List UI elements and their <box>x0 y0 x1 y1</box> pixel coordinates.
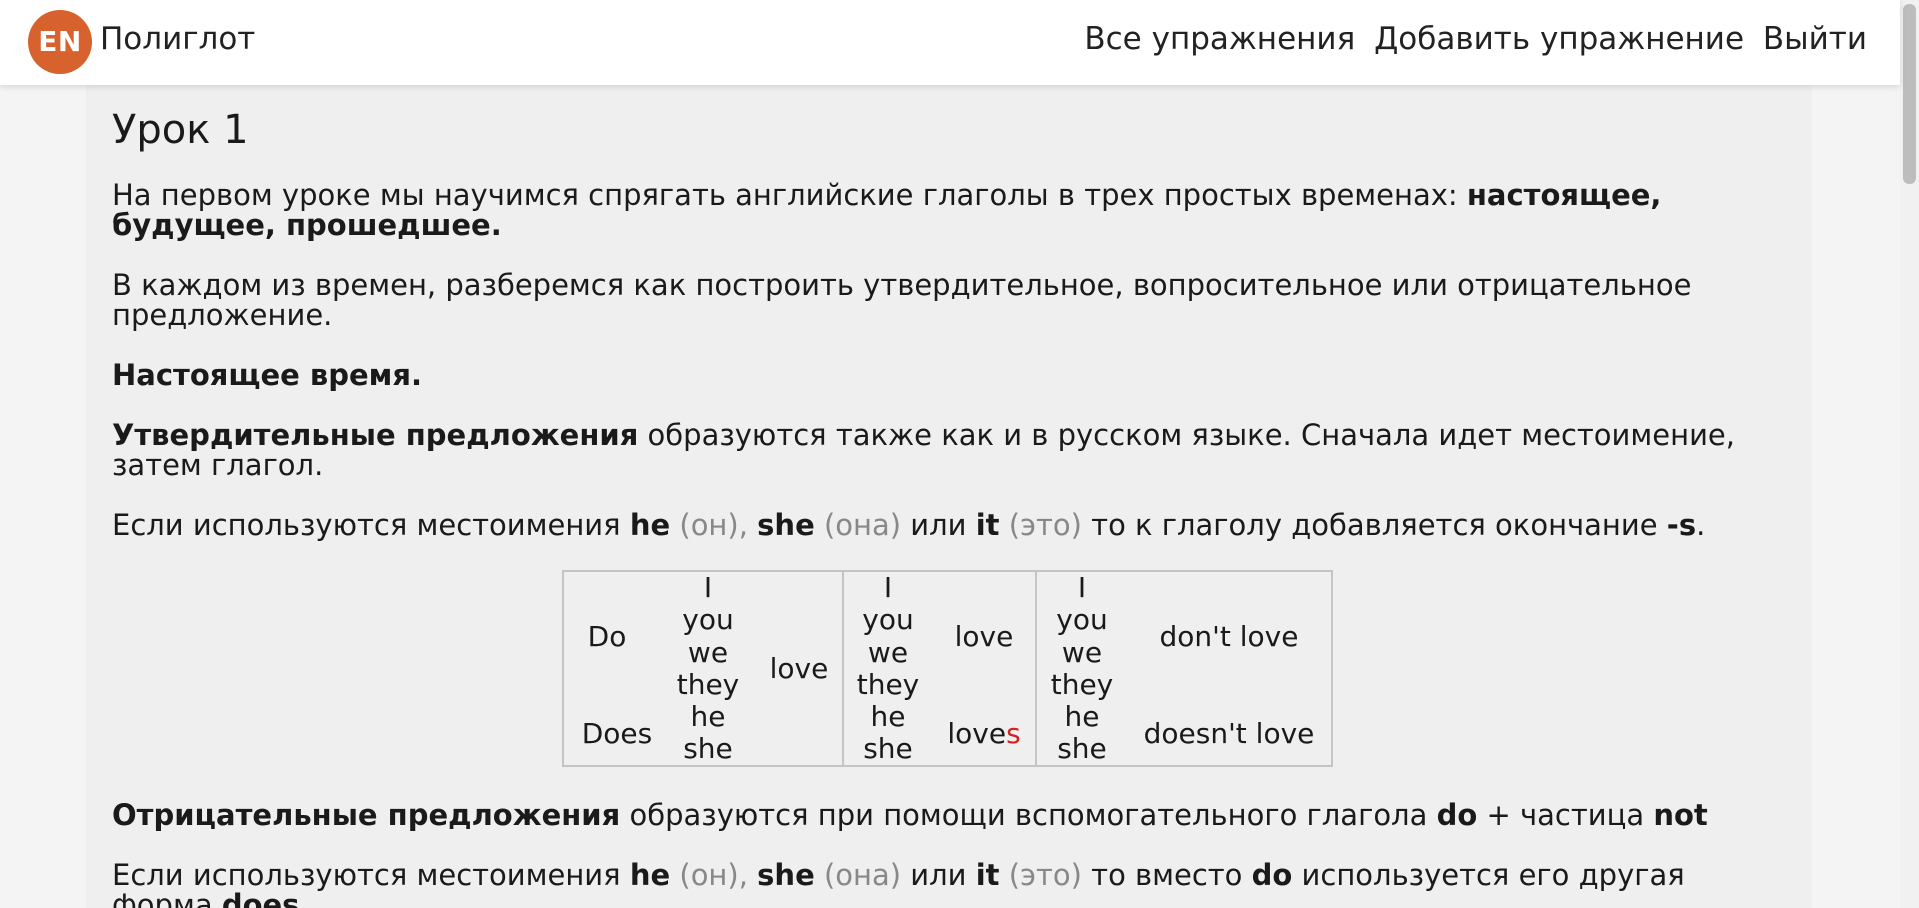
pronoun: they <box>856 667 920 701</box>
rule2-she: she <box>757 858 815 892</box>
logo-badge[interactable]: EN <box>28 10 92 74</box>
pronoun: he <box>690 700 726 734</box>
question-verb: love <box>769 652 829 685</box>
rule2-he: he <box>629 858 671 892</box>
negative-not: not <box>1653 798 1708 832</box>
intro-text: На первом уроке мы научимся спрягать анг… <box>112 178 1458 212</box>
negative-bold: Отрицательные предложения <box>112 798 621 832</box>
pronoun: she <box>683 732 733 766</box>
rule1-it: it <box>975 508 1000 542</box>
top-navbar: EN Полиглот Все упражнения Добавить упра… <box>0 0 1900 85</box>
affirmative-paragraph: Утвердительные предложения образуются та… <box>112 420 1792 480</box>
scrollbar-thumb[interactable] <box>1903 4 1916 184</box>
pronoun: I <box>1077 571 1087 604</box>
negative-dont-love: don't love <box>1159 620 1299 653</box>
rule2-do: do <box>1251 858 1293 892</box>
second-paragraph: В каждом из времен, разберемся как постр… <box>112 268 1692 332</box>
rule1-dot: . <box>1696 508 1706 542</box>
rule1-it-translation: (это) <box>1008 508 1082 542</box>
question-do: Do <box>587 620 627 653</box>
rule1-pre: Если используются местоимения <box>112 508 621 542</box>
rule2-he-translation: (он), <box>679 858 748 892</box>
rule2-she-translation: (она) <box>823 858 902 892</box>
rule-does-form: Если используются местоимения he (он), s… <box>112 860 1792 908</box>
rule1-or: или <box>910 508 967 542</box>
brand-name[interactable]: Полиглот <box>100 21 255 57</box>
negative-plus: + частица <box>1486 798 1645 832</box>
pronoun: they <box>1050 667 1114 701</box>
negative-doesnt-love: doesn't love <box>1143 717 1315 750</box>
rule1-he: he <box>629 508 671 542</box>
pronoun: you <box>862 603 914 637</box>
nav-logout-link[interactable]: Выйти <box>1763 21 1867 57</box>
affirmative-bold: Утвердительные предложения <box>112 418 639 452</box>
rule1-she-translation: (она) <box>823 508 902 542</box>
loves-suffix: s <box>1006 717 1021 750</box>
negative-text: образуются при помощи вспомогательного г… <box>629 798 1428 832</box>
pronoun: we <box>687 635 729 669</box>
rule2-pre: Если используются местоимения <box>112 858 621 892</box>
question-does: Does <box>581 717 653 750</box>
negative-do: do <box>1436 798 1478 832</box>
present-heading: Настоящее время. <box>112 360 1792 390</box>
rule2-or: или <box>910 858 967 892</box>
pronoun-list-question: I you we they he she <box>668 571 748 766</box>
rule1-she: she <box>757 508 815 542</box>
pronoun: you <box>1056 603 1108 637</box>
intro-paragraph: На первом уроке мы научимся спрягать анг… <box>112 180 1792 240</box>
rule1-post: то к глаголу добавляется окончание <box>1091 508 1658 542</box>
nav-links: Все упражнения Добавить упражнение Выйти <box>1084 21 1867 57</box>
lesson-content: Урок 1 На первом уроке мы научимся спряг… <box>86 85 1812 908</box>
table-divider <box>842 572 844 765</box>
rule2-it-translation: (это) <box>1008 858 1082 892</box>
present-heading-text: Настоящее время. <box>112 358 422 392</box>
pronoun: they <box>676 667 740 701</box>
conjugation-table: Do Does I you we they he she love I you … <box>562 570 1333 767</box>
rule2-post: то вместо <box>1091 858 1243 892</box>
rule-s-ending: Если используются местоимения he (он), s… <box>112 510 1792 540</box>
affirmative-loves: loves <box>938 718 1030 750</box>
pronoun: we <box>1061 635 1103 669</box>
pronoun: we <box>867 635 909 669</box>
rule2-does: does <box>221 888 300 908</box>
affirmative-love: love <box>954 620 1014 653</box>
negative-paragraph: Отрицательные предложения образуются при… <box>112 800 1792 830</box>
page-scrollbar[interactable] <box>1900 0 1919 908</box>
lesson-title: Урок 1 <box>112 107 249 153</box>
nav-add-exercise-link[interactable]: Добавить упражнение <box>1374 21 1744 57</box>
pronoun-list-affirmative: I you we they he she <box>848 571 928 766</box>
pronoun: he <box>1064 700 1100 734</box>
pronoun: I <box>703 571 713 604</box>
pronoun-list-negative: I you we they he she <box>1042 571 1122 766</box>
rule1-he-translation: (он), <box>679 508 748 542</box>
pronoun: she <box>863 732 913 766</box>
nav-all-exercises-link[interactable]: Все упражнения <box>1084 21 1355 57</box>
pronoun: I <box>883 571 893 604</box>
rule1-ending: -s <box>1666 508 1697 542</box>
loves-stem: love <box>947 717 1007 750</box>
rule2-it: it <box>975 858 1000 892</box>
pronoun: you <box>682 603 734 637</box>
pronoun: he <box>870 700 906 734</box>
table-divider <box>1035 572 1037 765</box>
pronoun: she <box>1057 732 1107 766</box>
